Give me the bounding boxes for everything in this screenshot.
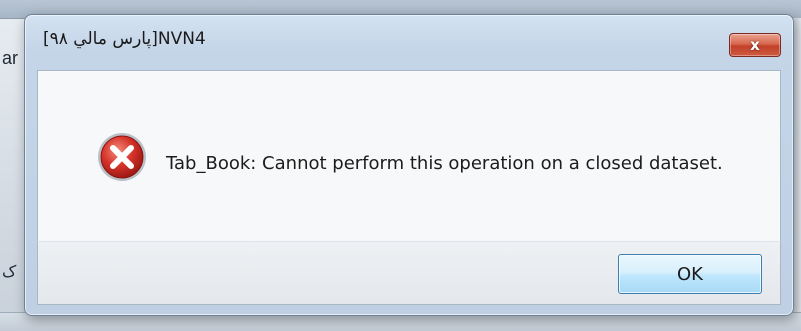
background-text-top: ar xyxy=(2,48,19,68)
error-message: Tab_Book: Cannot perform this operation … xyxy=(166,153,723,174)
ok-button[interactable]: OK xyxy=(618,254,762,294)
dialog-button-area: OK xyxy=(37,241,781,305)
close-icon: x xyxy=(750,35,760,54)
dialog-title: [پارس مالي ۹۸]NVN4 xyxy=(43,29,206,49)
dialog-titlebar[interactable]: [پارس مالي ۹۸]NVN4 x xyxy=(25,15,793,67)
background-text-bottom: ک xyxy=(2,262,17,281)
dialog-content: Tab_Book: Cannot perform this operation … xyxy=(37,70,781,242)
error-dialog: [پارس مالي ۹۸]NVN4 x Tab_Book: Cannot pe… xyxy=(24,14,794,316)
close-button[interactable]: x xyxy=(729,33,781,57)
error-icon xyxy=(98,133,146,181)
background-right-edge xyxy=(793,18,801,331)
